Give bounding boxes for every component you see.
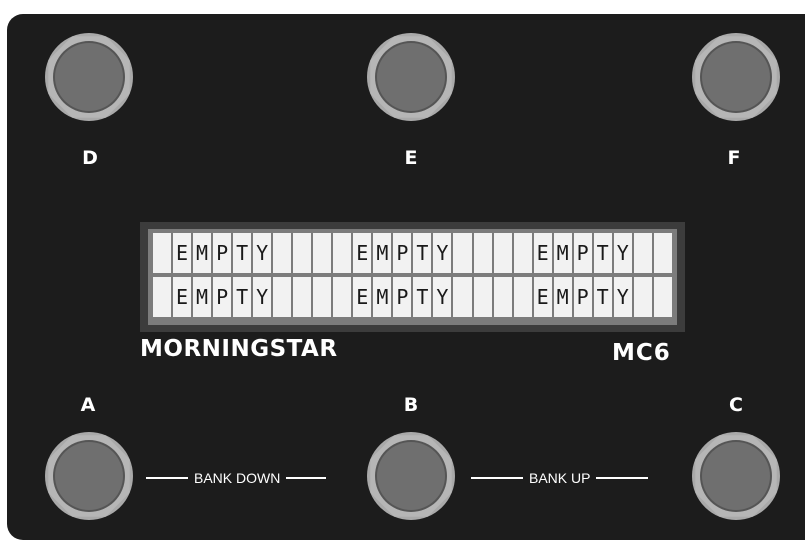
lcd-cell: M [373, 277, 392, 317]
lcd-cell [513, 233, 532, 273]
lcd-row-2: EMPTYEMPTYEMPTY [153, 277, 672, 317]
brand-logo: MORNINGSTAR [140, 336, 338, 362]
lcd-cell [493, 277, 512, 317]
footswitch-icon [45, 33, 133, 121]
lcd-row-1: EMPTYEMPTYEMPTY [153, 233, 672, 273]
footswitch-b[interactable] [365, 430, 457, 522]
lcd-cell: T [593, 277, 612, 317]
lcd-cell [313, 233, 332, 273]
lcd-cell: P [393, 233, 412, 273]
lcd-cell: T [593, 233, 612, 273]
lcd-cell: E [533, 277, 552, 317]
lcd-cell [453, 233, 472, 273]
footswitch-icon [692, 432, 780, 520]
bank-down-indicator: BANK DOWN [146, 466, 327, 490]
lcd-cell: E [173, 277, 192, 317]
switch-label-d: D [82, 147, 98, 169]
lcd-cell: E [173, 233, 192, 273]
lcd-cell: P [213, 277, 232, 317]
bank-down-line-right [286, 477, 327, 479]
footswitch-icon [367, 33, 455, 121]
lcd-cell: Y [613, 277, 632, 317]
model-name: MC6 [612, 340, 671, 366]
lcd-cell: Y [433, 233, 452, 273]
lcd-cell: Y [253, 233, 272, 273]
lcd-cell [513, 277, 532, 317]
lcd-cell: T [233, 233, 252, 273]
lcd-cell: E [353, 277, 372, 317]
lcd-cell: M [553, 233, 572, 273]
bank-up-line-right [596, 477, 649, 479]
lcd-cell: Y [253, 277, 272, 317]
footswitch-e[interactable] [365, 31, 457, 123]
lcd-cell [333, 233, 352, 273]
lcd-screen: EMPTYEMPTYEMPTY EMPTYEMPTYEMPTY [148, 229, 677, 325]
lcd-cell: M [373, 233, 392, 273]
lcd-cell: M [193, 233, 212, 273]
lcd-cell [153, 277, 172, 317]
switch-label-b: B [403, 394, 419, 416]
lcd-cell [273, 277, 292, 317]
bank-up-label: BANK UP [529, 470, 591, 486]
footswitch-icon [367, 432, 455, 520]
lcd-cell [473, 233, 492, 273]
lcd-cell [333, 277, 352, 317]
lcd-cell [293, 233, 312, 273]
lcd-cell [653, 233, 672, 273]
lcd-cell: P [393, 277, 412, 317]
lcd-cell: Y [613, 233, 632, 273]
bank-down-line-left [146, 477, 188, 479]
lcd-cell: M [193, 277, 212, 317]
switch-label-f: F [727, 147, 741, 169]
bank-up-line-left [471, 477, 523, 479]
lcd-cell [313, 277, 332, 317]
lcd-cell: P [573, 233, 592, 273]
lcd-cell: P [213, 233, 232, 273]
lcd-cell [153, 233, 172, 273]
lcd-cell [473, 277, 492, 317]
lcd-cell [633, 233, 652, 273]
switch-label-a: A [80, 394, 96, 416]
lcd-cell [453, 277, 472, 317]
footswitch-c[interactable] [690, 430, 782, 522]
lcd-cell [493, 233, 512, 273]
footswitch-icon [45, 432, 133, 520]
lcd-cell [633, 277, 652, 317]
lcd-cell: E [353, 233, 372, 273]
lcd-cell [293, 277, 312, 317]
lcd-cell: T [413, 277, 432, 317]
footswitch-d[interactable] [43, 31, 135, 123]
footswitch-f[interactable] [690, 31, 782, 123]
lcd-display: EMPTYEMPTYEMPTY EMPTYEMPTYEMPTY [140, 222, 685, 332]
footswitch-icon [692, 33, 780, 121]
footswitch-a[interactable] [43, 430, 135, 522]
lcd-cell: Y [433, 277, 452, 317]
lcd-cell: P [573, 277, 592, 317]
lcd-cell [653, 277, 672, 317]
switch-label-c: C [729, 394, 743, 416]
lcd-cell: E [533, 233, 552, 273]
switch-label-e: E [404, 147, 418, 169]
lcd-cell [273, 233, 292, 273]
lcd-cell: M [553, 277, 572, 317]
bank-up-indicator: BANK UP [471, 466, 649, 490]
bank-down-label: BANK DOWN [194, 470, 281, 486]
lcd-cell: T [413, 233, 432, 273]
lcd-cell: T [233, 277, 252, 317]
